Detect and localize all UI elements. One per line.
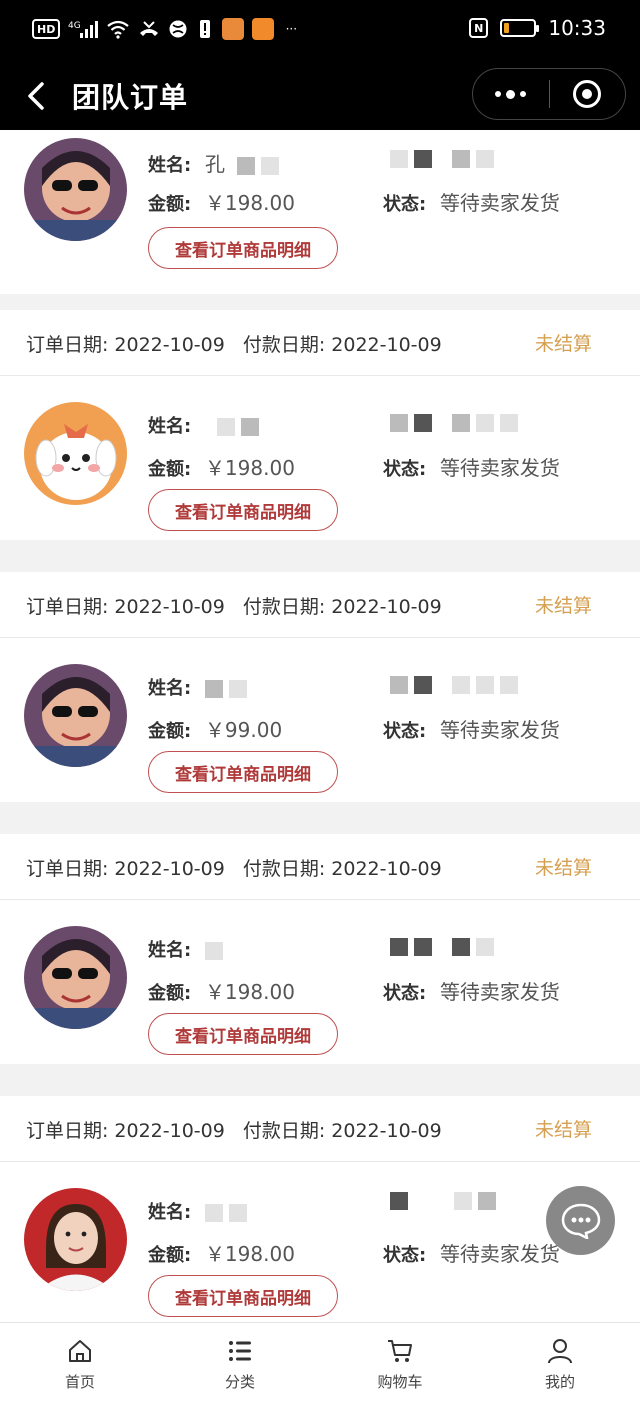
vpn-icon: [168, 18, 188, 40]
status-field: 状态: 等待卖家发货: [383, 980, 560, 1004]
amount-field: 金额: ￥198.00: [148, 191, 295, 215]
name-field: 姓名:: [148, 412, 259, 438]
alert-icon: [196, 18, 214, 40]
order-card: 姓名: 金额: ￥198.00 状态: 等待卖家发货 查看订单商品明细: [0, 900, 640, 1064]
category-list-icon: [229, 1341, 251, 1361]
page-title: 团队订单: [72, 81, 189, 114]
order-card: 姓名: 金额: ￥198.00 状态: 等待卖家发货 查看订单商品明细: [0, 1162, 640, 1322]
cart-icon: [388, 1340, 412, 1362]
target-icon: [573, 80, 602, 108]
clock: 10:33: [548, 16, 606, 40]
tab-home[interactable]: 首页: [0, 1323, 160, 1407]
view-order-detail-button[interactable]: 查看订单商品明细: [148, 1275, 338, 1317]
name-field: 姓名:: [148, 1198, 247, 1224]
order-header: 订单日期: 2022-10-09 付款日期: 2022-10-09 未结算: [0, 310, 640, 376]
order-dates: 订单日期: 2022-10-09 付款日期: 2022-10-09: [26, 596, 442, 618]
order-header: 订单日期: 2022-10-09 付款日期: 2022-10-09 未结算: [0, 572, 640, 638]
app-notification-icon: [222, 18, 245, 40]
order-card: 姓名: 金额: ￥99.00 状态: 等待卖家发货 查看订单商品明细: [0, 638, 640, 802]
phone-field-blurred: [384, 1190, 496, 1211]
amount-field: 金额: ￥99.00: [148, 718, 283, 742]
phone-field-blurred: [384, 148, 494, 169]
status-field: 状态: 等待卖家发货: [383, 456, 560, 480]
order-dates: 订单日期: 2022-10-09 付款日期: 2022-10-09: [26, 334, 442, 356]
tab-category[interactable]: 分类: [160, 1323, 320, 1407]
menu-button[interactable]: [473, 69, 549, 119]
home-icon: [69, 1340, 91, 1362]
name-field: 姓名: 孔: [148, 148, 279, 177]
order-card: 姓名: 金额: ￥198.00 状态: 等待卖家发货 查看订单商品明细: [0, 376, 640, 540]
wifi-icon: [106, 18, 130, 40]
order-card-partial: 姓名: 孔 金额: ￥198.00 状态: 等待卖家发货 查看订单商品明细: [0, 130, 640, 294]
avatar: [24, 138, 127, 241]
nav-bar: 团队订单: [0, 64, 640, 130]
avatar: [24, 1188, 127, 1291]
back-button[interactable]: [18, 76, 54, 116]
close-miniprogram-button[interactable]: [550, 69, 626, 119]
miniprogram-capsule: [472, 68, 626, 120]
user-icon: [548, 1339, 572, 1364]
amount-field: 金额: ￥198.00: [148, 456, 295, 480]
settlement-status: 未结算: [534, 595, 592, 617]
view-order-detail-button[interactable]: 查看订单商品明细: [148, 227, 338, 269]
hd-icon: HD: [32, 19, 61, 39]
more-icon: ···: [285, 22, 298, 36]
name-field: 姓名:: [148, 674, 247, 700]
app-notification-icon-2: [252, 18, 275, 40]
tab-bar: 首页 分类 购物车 我的: [0, 1322, 640, 1407]
avatar: [24, 926, 127, 1029]
view-order-detail-button[interactable]: 查看订单商品明细: [148, 1013, 338, 1055]
order-header: 订单日期: 2022-10-09 付款日期: 2022-10-09 未结算: [0, 1096, 640, 1162]
chevron-left-icon: [28, 82, 44, 110]
missed-call-icon: [138, 18, 160, 40]
amount-field: 金额: ￥198.00: [148, 1242, 295, 1266]
battery-icon: [500, 19, 540, 37]
more-dots-icon: [495, 89, 527, 99]
order-dates: 订单日期: 2022-10-09 付款日期: 2022-10-09: [26, 1120, 442, 1142]
order-header: 订单日期: 2022-10-09 付款日期: 2022-10-09 未结算: [0, 834, 640, 900]
phone-field-blurred: [384, 936, 494, 957]
phone-field-blurred: [384, 674, 518, 695]
status-field: 状态: 等待卖家发货: [383, 191, 560, 215]
order-dates: 订单日期: 2022-10-09 付款日期: 2022-10-09: [26, 858, 442, 880]
status-bar: HD 4G ··· N 10:33: [0, 0, 640, 64]
tab-mine[interactable]: 我的: [480, 1323, 640, 1407]
status-field: 状态: 等待卖家发货: [383, 1242, 560, 1266]
settlement-status: 未结算: [534, 333, 592, 355]
view-order-detail-button[interactable]: 查看订单商品明细: [148, 751, 338, 793]
amount-field: 金额: ￥198.00: [148, 980, 295, 1004]
svg-text:4G: 4G: [68, 21, 81, 31]
avatar: [24, 664, 127, 767]
chat-bubble-icon: [561, 1203, 600, 1239]
tab-cart[interactable]: 购物车: [320, 1323, 480, 1407]
settlement-status: 未结算: [534, 1119, 592, 1141]
4g-signal-icon: 4G: [68, 18, 99, 40]
settlement-status: 未结算: [534, 857, 592, 879]
view-order-detail-button[interactable]: 查看订单商品明细: [148, 489, 338, 531]
order-list[interactable]: 姓名: 孔 金额: ￥198.00 状态: 等待卖家发货 查看订单商品明细 订单…: [0, 130, 640, 1322]
name-field: 姓名:: [148, 936, 223, 962]
nfc-icon: N: [469, 18, 489, 38]
phone-field-blurred: [384, 412, 518, 433]
customer-service-button[interactable]: [546, 1186, 615, 1255]
avatar: [24, 402, 127, 505]
status-field: 状态: 等待卖家发货: [383, 718, 560, 742]
